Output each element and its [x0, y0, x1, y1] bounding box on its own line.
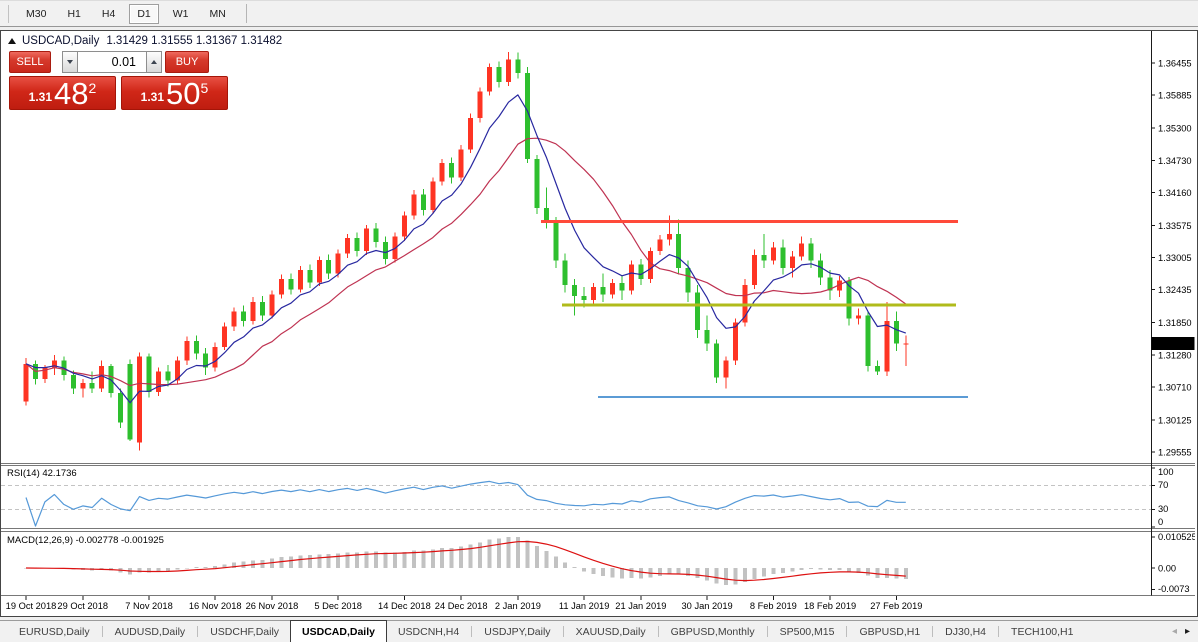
chart-ohlc-values: 1.31429 1.31555 1.31367 1.31482	[106, 35, 282, 47]
svg-text:5 Dec 2018: 5 Dec 2018	[314, 601, 362, 611]
svg-text:0: 0	[1158, 517, 1163, 527]
buy-price-prefix: 1.31	[141, 90, 164, 104]
svg-text:1.29555: 1.29555	[1158, 448, 1192, 458]
svg-text:-0.0073: -0.0073	[1158, 584, 1190, 594]
svg-text:7 Nov 2018: 7 Nov 2018	[125, 601, 173, 611]
svg-text:100: 100	[1158, 467, 1174, 477]
symbol-tab-usdcnh-h4[interactable]: USDCNH,H4	[387, 621, 470, 642]
buy-button[interactable]: BUY	[165, 51, 209, 73]
one-click-trading-panel: SELL BUY 1.31 48 2 1.31 50 5	[9, 51, 228, 110]
tab-separator	[846, 626, 847, 637]
sell-price-sup: 2	[89, 80, 97, 96]
symbol-tab-xauusd-daily[interactable]: XAUUSD,Daily	[565, 621, 657, 642]
symbol-tab-gbpusd-monthly[interactable]: GBPUSD,Monthly	[660, 621, 766, 642]
svg-text:8 Feb 2019: 8 Feb 2019	[750, 601, 797, 611]
volume-increase-button[interactable]	[146, 51, 162, 73]
svg-text:1.31482: 1.31482	[1155, 339, 1189, 349]
svg-text:1.32435: 1.32435	[1158, 285, 1192, 295]
symbol-tab-tech100-h1[interactable]: TECH100,H1	[1000, 621, 1084, 642]
svg-text:26 Nov 2018: 26 Nov 2018	[246, 601, 299, 611]
symbol-tab-dj30-h4[interactable]: DJ30,H4	[934, 621, 997, 642]
chart-title: USDCAD,Daily 1.31429 1.31555 1.31367 1.3…	[8, 35, 282, 47]
chart-window: 1.36455 1.35885 1.35300 1.34730 1.34160 1.335…	[0, 30, 1198, 617]
tf-tab-d1[interactable]: D1	[129, 4, 158, 24]
symbol-tab-gbpusd-h1[interactable]: GBPUSD,H1	[848, 621, 931, 642]
svg-text:14 Dec 2018: 14 Dec 2018	[378, 601, 431, 611]
symbol-tab-bar: EURUSD,Daily AUDUSD,Daily USDCHF,Daily U…	[0, 620, 1198, 642]
toolbar-divider	[246, 4, 247, 23]
svg-text:29 Oct 2018: 29 Oct 2018	[57, 601, 108, 611]
chart-symbol-label: USDCAD,Daily	[22, 35, 99, 47]
tab-separator	[471, 626, 472, 637]
tab-separator	[102, 626, 103, 637]
tf-tab-w1[interactable]: W1	[166, 5, 196, 23]
symbol-tab-usdjpy-daily[interactable]: USDJPY,Daily	[473, 621, 561, 642]
tf-tab-m30[interactable]: M30	[19, 5, 53, 23]
svg-text:16 Nov 2018: 16 Nov 2018	[189, 601, 242, 611]
svg-text:1.31280: 1.31280	[1158, 350, 1192, 360]
tf-tab-h4[interactable]: H4	[95, 5, 122, 23]
svg-text:0.00: 0.00	[1158, 564, 1176, 574]
svg-text:1.31850: 1.31850	[1158, 318, 1192, 328]
tab-scroll-right-icon[interactable]: ▸	[1185, 626, 1190, 637]
svg-text:1.34730: 1.34730	[1158, 156, 1192, 166]
sell-button[interactable]: SELL	[9, 51, 51, 73]
svg-text:18 Feb 2019: 18 Feb 2019	[804, 601, 856, 611]
sell-price-big: 48	[54, 81, 88, 107]
svg-text:24 Dec 2018: 24 Dec 2018	[435, 601, 488, 611]
svg-text:1.34160: 1.34160	[1158, 188, 1192, 198]
svg-text:30: 30	[1158, 504, 1168, 514]
svg-text:30 Jan 2019: 30 Jan 2019	[682, 601, 733, 611]
tab-separator	[658, 626, 659, 637]
volume-decrease-button[interactable]	[62, 51, 78, 73]
mt4-screen: { "colors": { "up_candle": "#fe3423", "d…	[0, 0, 1198, 642]
svg-text:1.35300: 1.35300	[1158, 124, 1192, 134]
tab-separator	[563, 626, 564, 637]
chart-canvas[interactable]: 1.36455 1.35885 1.35300 1.34730 1.34160 1.335…	[1, 31, 1195, 614]
svg-text:21 Jan 2019: 21 Jan 2019	[615, 601, 666, 611]
tf-tab-mn[interactable]: MN	[203, 5, 233, 23]
svg-text:1.35885: 1.35885	[1158, 91, 1192, 101]
svg-text:0.010525: 0.010525	[1158, 532, 1195, 542]
symbol-tab-eurusd-daily[interactable]: EURUSD,Daily	[8, 621, 101, 642]
triangle-down-icon	[67, 60, 73, 64]
trade-panel-controls: SELL BUY	[9, 51, 228, 73]
svg-text:70: 70	[1158, 480, 1168, 490]
symbol-tab-sp500-m15[interactable]: SP500,M15	[769, 621, 846, 642]
sell-price-prefix: 1.31	[29, 90, 52, 104]
volume-input[interactable]	[78, 51, 146, 73]
svg-text:2 Jan 2019: 2 Jan 2019	[495, 601, 541, 611]
symbol-tab-usdchf-daily[interactable]: USDCHF,Daily	[199, 621, 290, 642]
svg-text:27 Feb 2019: 27 Feb 2019	[870, 601, 922, 611]
tab-separator	[197, 626, 198, 637]
rsi-indicator-label: RSI(14) 42.1736	[7, 468, 77, 479]
trade-panel-prices: 1.31 48 2 1.31 50 5	[9, 76, 228, 110]
macd-indicator-label: MACD(12,26,9) -0.002778 -0.001925	[7, 535, 164, 546]
triangle-up-icon	[151, 60, 157, 64]
svg-text:11 Jan 2019: 11 Jan 2019	[559, 601, 610, 611]
buy-price-big: 50	[166, 81, 200, 107]
svg-text:1.30125: 1.30125	[1158, 415, 1192, 425]
svg-text:19 Oct 2018: 19 Oct 2018	[6, 601, 57, 611]
tab-scroll-controls: ◂ ▸	[1164, 621, 1198, 642]
collapse-chart-icon[interactable]	[8, 38, 16, 44]
symbol-tab-usdcad-daily[interactable]: USDCAD,Daily	[290, 620, 387, 642]
toolbar-grip-icon	[8, 5, 9, 23]
tf-tab-h1[interactable]: H1	[60, 5, 87, 23]
svg-text:1.33005: 1.33005	[1158, 253, 1192, 263]
buy-price-button[interactable]: 1.31 50 5	[121, 76, 228, 110]
tab-separator	[998, 626, 999, 637]
svg-text:1.36455: 1.36455	[1158, 59, 1192, 69]
buy-price-sup: 5	[201, 80, 209, 96]
svg-text:1.33575: 1.33575	[1158, 221, 1192, 231]
svg-text:1.30710: 1.30710	[1158, 382, 1192, 392]
tab-scroll-left-icon[interactable]: ◂	[1172, 626, 1177, 637]
timeframe-toolbar: M30 H1 H4 D1 W1 MN	[0, 0, 1198, 27]
tab-separator	[932, 626, 933, 637]
tab-separator	[767, 626, 768, 637]
symbol-tab-audusd-daily[interactable]: AUDUSD,Daily	[104, 621, 197, 642]
sell-price-button[interactable]: 1.31 48 2	[9, 76, 116, 110]
